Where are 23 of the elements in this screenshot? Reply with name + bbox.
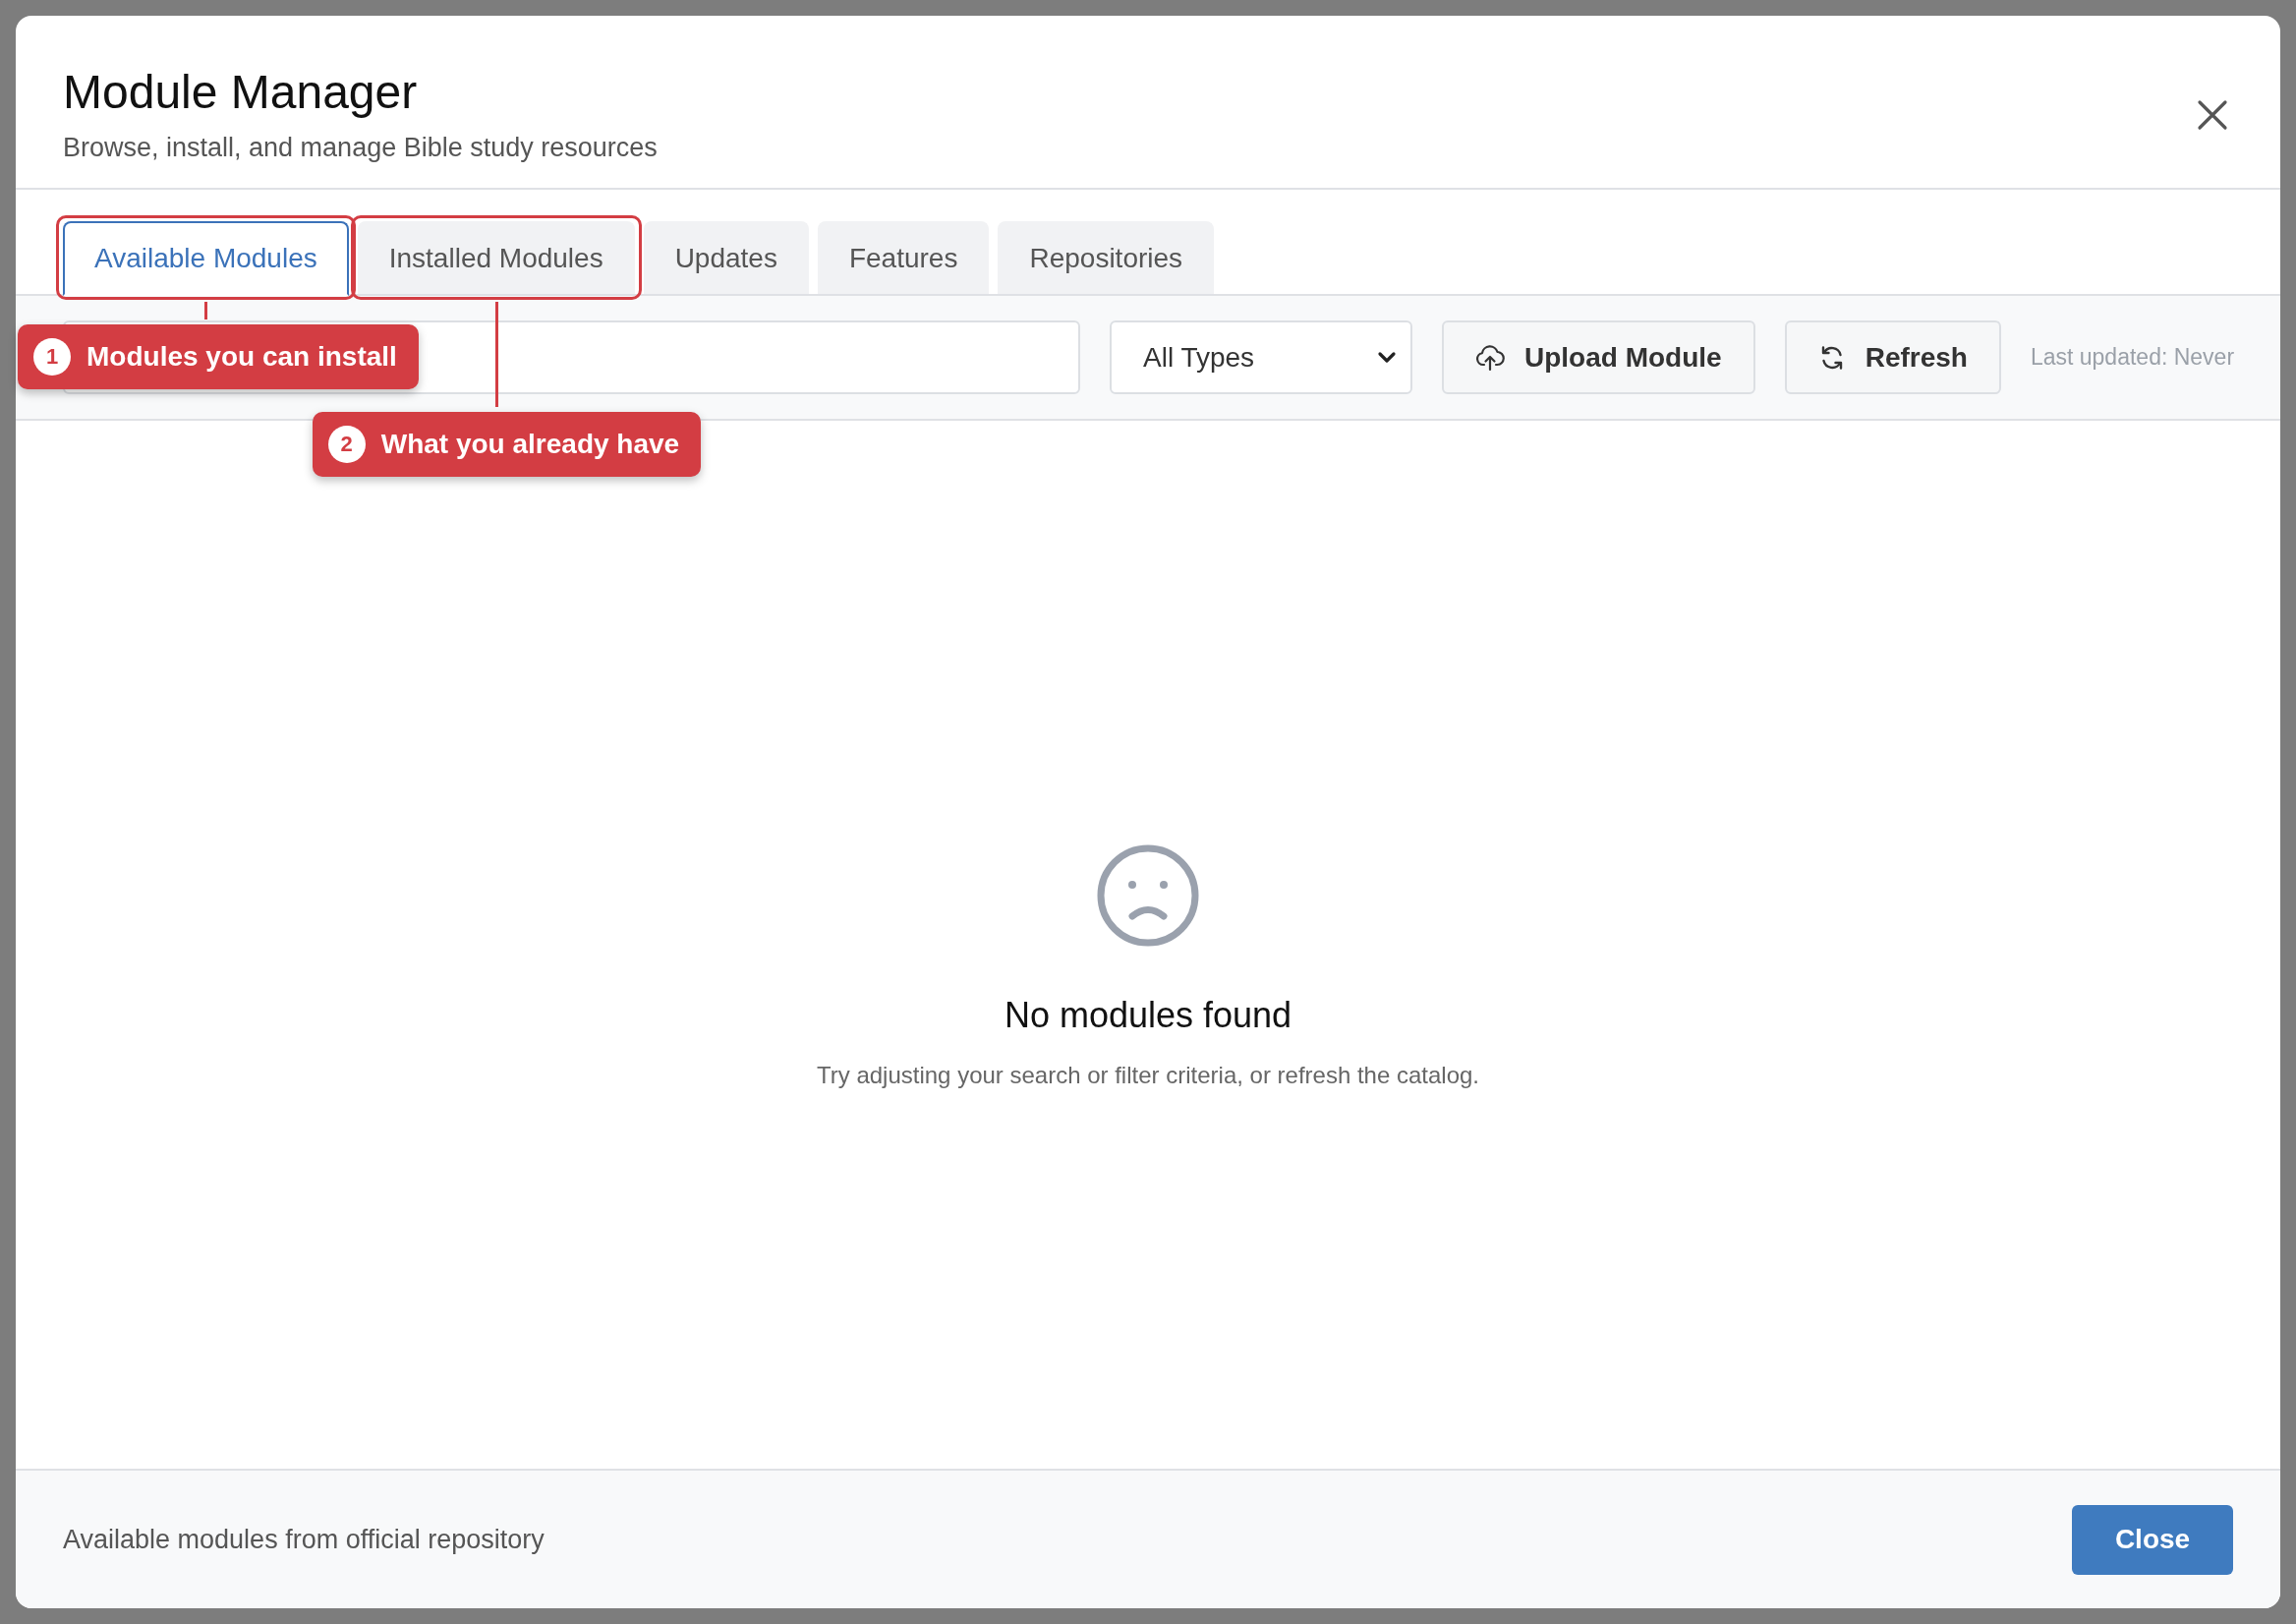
footer-status-text: Available modules from official repository bbox=[63, 1524, 545, 1555]
tab[interactable]: Repositories bbox=[998, 221, 1215, 294]
empty-state-message: Try adjusting your search or filter criteria, or refresh the catalog. bbox=[816, 1062, 1480, 1089]
last-updated-text: Last updated: Never bbox=[2030, 344, 2235, 371]
dialog-subtitle: Browse, install, and manage Bible study resources bbox=[63, 133, 658, 163]
cloud-upload-icon bbox=[1475, 342, 1505, 373]
callout-text: What you already have bbox=[380, 429, 680, 460]
callout-text: Modules you can install bbox=[86, 341, 397, 373]
tab[interactable]: Updates bbox=[643, 221, 809, 294]
refresh-button[interactable]: Refresh bbox=[1784, 320, 2001, 394]
dialog-title: Module Manager bbox=[63, 65, 419, 119]
tab[interactable]: Installed Modules bbox=[357, 221, 635, 294]
sad-face-icon bbox=[1096, 843, 1200, 948]
callout-number: 1 bbox=[33, 338, 71, 376]
callout-number: 2 bbox=[327, 426, 366, 463]
tab[interactable]: Available Modules bbox=[63, 221, 349, 296]
empty-state-title: No modules found bbox=[1004, 995, 1292, 1036]
tab[interactable]: Features bbox=[817, 221, 990, 294]
type-filter-dropdown[interactable]: All Types bbox=[1110, 320, 1412, 394]
close-button[interactable]: Close bbox=[2072, 1504, 2233, 1575]
chevron-down-icon bbox=[1377, 350, 1397, 365]
leader-line bbox=[204, 302, 208, 319]
upload-module-button[interactable]: Upload Module bbox=[1442, 320, 1755, 394]
